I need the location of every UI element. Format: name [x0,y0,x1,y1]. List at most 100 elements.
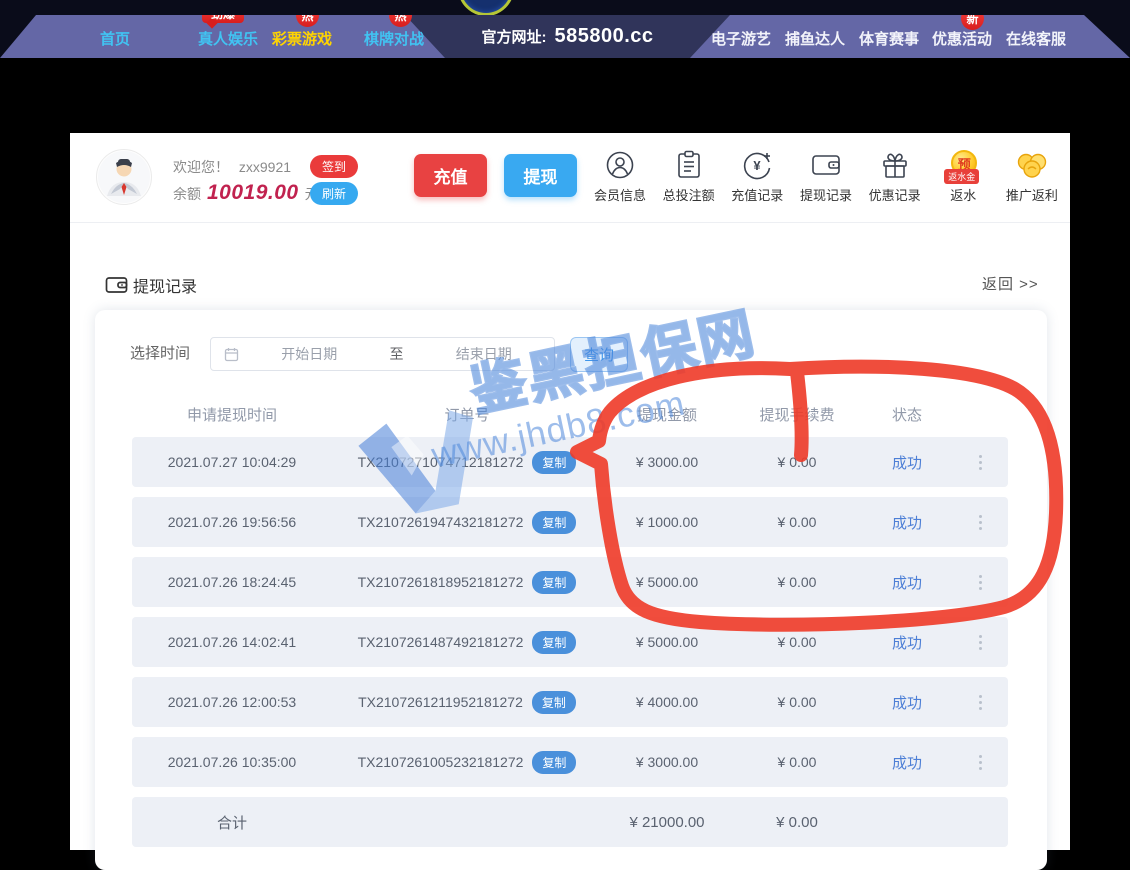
nav-corner-left [0,15,36,58]
withdraw-records-card: 选择时间 开始日期 至 结束日期 查询 申请提现时间 订单号 提现金额 提现手续… [95,310,1047,870]
col-header-order: 订单号 [332,404,602,425]
menu-item-promo-records[interactable]: 优惠记录 [863,148,927,204]
user-icon [588,148,652,182]
nav-item-fishing[interactable]: 捕鱼达人 [785,28,845,49]
table-row: 2021.07.26 19:56:56 TX210726194743218127… [132,497,1008,547]
row-order: TX2107261211952181272 复制 [332,691,602,714]
col-header-amount: 提现金额 [602,404,732,425]
row-fee: ¥ 0.00 [732,574,862,590]
main-navbar: 官方网址: 585800.cc 首页 真人娱乐 彩票游戏 棋牌对战 电子游艺 捕… [0,15,1130,58]
recharge-button[interactable]: 充值 [414,154,487,197]
menu-item-referral[interactable]: 推广返利 [1000,148,1064,204]
username: zxx9921 [239,159,291,175]
section-title: 提现记录 [133,273,197,297]
row-menu-button[interactable] [952,635,1008,650]
official-site-banner: 官方网址: 585800.cc [405,15,730,58]
row-menu-button[interactable] [952,515,1008,530]
row-time: 2021.07.26 14:02:41 [132,634,332,650]
nav-item-promotions[interactable]: 优惠活动 [932,28,992,49]
signin-button[interactable]: 签到 [310,155,358,178]
row-status: 成功 [862,632,952,653]
nav-item-egames[interactable]: 电子游艺 [711,28,771,49]
col-header-status: 状态 [862,404,952,425]
table-row: 2021.07.26 10:35:00 TX210726100523218127… [132,737,1008,787]
gold-coin-icon: 预 返水金 [931,148,995,182]
menu-item-total-bets[interactable]: 总投注额 [657,148,721,204]
official-site-label: 官方网址: [481,26,546,47]
row-order: TX2107271074712181272 复制 [332,451,602,474]
row-time: 2021.07.26 19:56:56 [132,514,332,530]
row-status: 成功 [862,452,952,473]
table-header: 申请提现时间 订单号 提现金额 提现手续费 状态 [132,395,1008,433]
start-date-placeholder[interactable]: 开始日期 [239,344,380,364]
menu-item-recharge-records[interactable]: ¥ 充值记录 [725,148,789,204]
nav-item-home[interactable]: 首页 [100,28,130,49]
order-number: TX2107261005232181272 [358,754,524,770]
site-logo-emblem [458,0,514,15]
total-label: 合计 [132,812,332,833]
col-header-time: 申请提现时间 [132,404,332,425]
clipboard-icon [657,148,721,182]
row-status: 成功 [862,692,952,713]
refresh-button[interactable]: 刷新 [310,182,358,205]
total-amount: ¥ 21000.00 [602,814,732,831]
table-row: 2021.07.26 14:02:41 TX210726148749218127… [132,617,1008,667]
row-fee: ¥ 0.00 [732,694,862,710]
coins-icon [1000,148,1064,182]
query-button[interactable]: 查询 [570,337,628,372]
table-total-row: 合计 ¥ 21000.00 ¥ 0.00 [132,797,1008,847]
nav-item-lottery[interactable]: 彩票游戏 [272,28,332,49]
row-status: 成功 [862,572,952,593]
row-status: 成功 [862,512,952,533]
order-number: TX2107261947432181272 [358,514,524,530]
row-menu-button[interactable] [952,575,1008,590]
copy-button[interactable]: 复制 [532,571,576,594]
nav-item-board-games[interactable]: 棋牌对战 [364,28,424,49]
table-row: 2021.07.26 18:24:45 TX210726181895218127… [132,557,1008,607]
copy-button[interactable]: 复制 [532,631,576,654]
menu-item-rebate[interactable]: 预 返水金 返水 [931,148,995,204]
row-time: 2021.07.26 10:35:00 [132,754,332,770]
order-number: TX2107261818952181272 [358,574,524,590]
welcome-text: 欢迎您！ zxx9921 [173,157,291,177]
gift-icon [863,148,927,182]
nav-item-live-casino[interactable]: 真人娱乐 [198,28,258,49]
row-fee: ¥ 0.00 [732,754,862,770]
back-link[interactable]: 返回 >> [982,273,1039,294]
row-menu-button[interactable] [952,695,1008,710]
rebate-ribbon: 返水金 [944,169,979,184]
balance-value: 10019.00 [207,181,299,205]
date-to-label: 至 [380,344,414,364]
copy-button[interactable]: 复制 [532,451,576,474]
nav-corner-right [1084,15,1130,58]
copy-button[interactable]: 复制 [532,751,576,774]
end-date-placeholder[interactable]: 结束日期 [414,344,555,364]
avatar-person-icon [97,150,151,204]
col-header-fee: 提现手续费 [732,404,862,425]
row-menu-button[interactable] [952,455,1008,470]
copy-button[interactable]: 复制 [532,511,576,534]
row-fee: ¥ 0.00 [732,634,862,650]
nav-item-sports[interactable]: 体育赛事 [859,28,919,49]
menu-item-member-info[interactable]: 会员信息 [588,148,652,204]
row-order: TX2107261005232181272 复制 [332,751,602,774]
official-site-url: 585800.cc [554,25,653,48]
row-menu-button[interactable] [952,755,1008,770]
balance-row: 余额 10019.00 元 [173,181,319,205]
nav-item-customer-service[interactable]: 在线客服 [1006,28,1066,49]
avatar[interactable] [96,149,152,205]
row-amount: ¥ 1000.00 [602,514,732,530]
filter-label: 选择时间 [130,337,190,371]
withdraw-button[interactable]: 提现 [504,154,577,197]
yuan-circle-icon: ¥ [725,148,789,182]
panel-divider [70,222,1070,223]
row-amount: ¥ 4000.00 [602,694,732,710]
date-range-input[interactable]: 开始日期 至 结束日期 [210,337,555,371]
order-number: TX2107261487492181272 [358,634,524,650]
row-time: 2021.07.26 18:24:45 [132,574,332,590]
copy-button[interactable]: 复制 [532,691,576,714]
main-panel: 欢迎您！ zxx9921 余额 10019.00 元 签到 刷新 充值 提现 会… [70,133,1070,850]
balance-label: 余额 [173,184,201,204]
order-number: TX2107261211952181272 [358,694,523,710]
menu-item-withdraw-records[interactable]: 提现记录 [794,148,858,204]
